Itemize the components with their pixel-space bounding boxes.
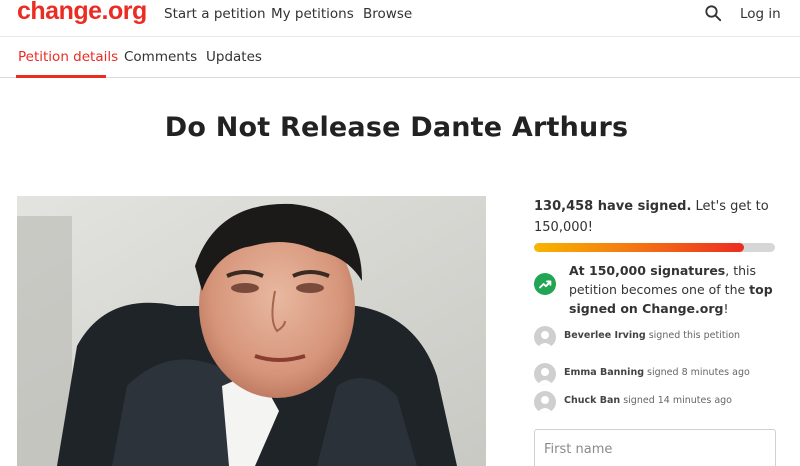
change-org-logo[interactable]: change.org [17,0,147,26]
signature-count: 130,458 have signed. [534,199,692,214]
avatar [534,363,556,385]
petition-photo-illustration [17,196,486,466]
signer-action: signed 8 minutes ago [647,367,750,378]
petition-title: Do Not Release Dante Arthurs [164,112,629,143]
avatar [534,326,556,348]
search-icon[interactable] [704,4,722,22]
nav-browse[interactable]: Browse [363,6,412,22]
recent-signer-text: Emma Banning signed 8 minutes ago [564,367,750,378]
nav-my-petitions[interactable]: My petitions [271,6,354,22]
top-navigation-bar: change.org Start a petition My petitions… [0,0,800,34]
milestone-end: ! [723,301,729,316]
petition-photo [17,196,486,466]
first-name-field[interactable] [534,429,776,466]
signature-progress-fill [534,243,744,252]
petition-tabs: Petition details Comments Updates [0,36,800,78]
recent-signer: Emma Banning signed 8 minutes ago [534,363,778,385]
tab-petition-details[interactable]: Petition details [18,49,118,65]
active-tab-indicator [16,75,106,78]
signer-action: signed this petition [648,330,741,341]
milestone-bold-prefix: At 150,000 signatures [569,263,726,278]
trending-up-icon [534,273,556,295]
signer-name: Emma Banning [564,367,645,378]
nav-start-petition[interactable]: Start a petition [164,6,266,22]
login-link[interactable]: Log in [740,6,781,22]
tab-comments[interactable]: Comments [124,49,197,65]
signature-sidebar: 130,458 have signed. Let's get to 150,00… [534,196,778,466]
signature-progress-bar [534,243,775,252]
signer-name: Chuck Ban [564,395,621,406]
signature-count-text: 130,458 have signed. Let's get to 150,00… [534,196,778,238]
recent-signer-text: Beverlee Irving signed this petition [564,330,740,341]
tab-updates[interactable]: Updates [206,49,262,65]
recent-signer-text: Chuck Ban signed 14 minutes ago [564,395,732,406]
signer-action: signed 14 minutes ago [623,395,732,406]
recent-signer: Beverlee Irving signed this petition [534,326,778,348]
signer-name: Beverlee Irving [564,330,646,341]
avatar [534,391,556,413]
recent-signer: Chuck Ban signed 14 minutes ago [534,391,778,413]
milestone-text: At 150,000 signatures, this petition bec… [569,261,779,318]
